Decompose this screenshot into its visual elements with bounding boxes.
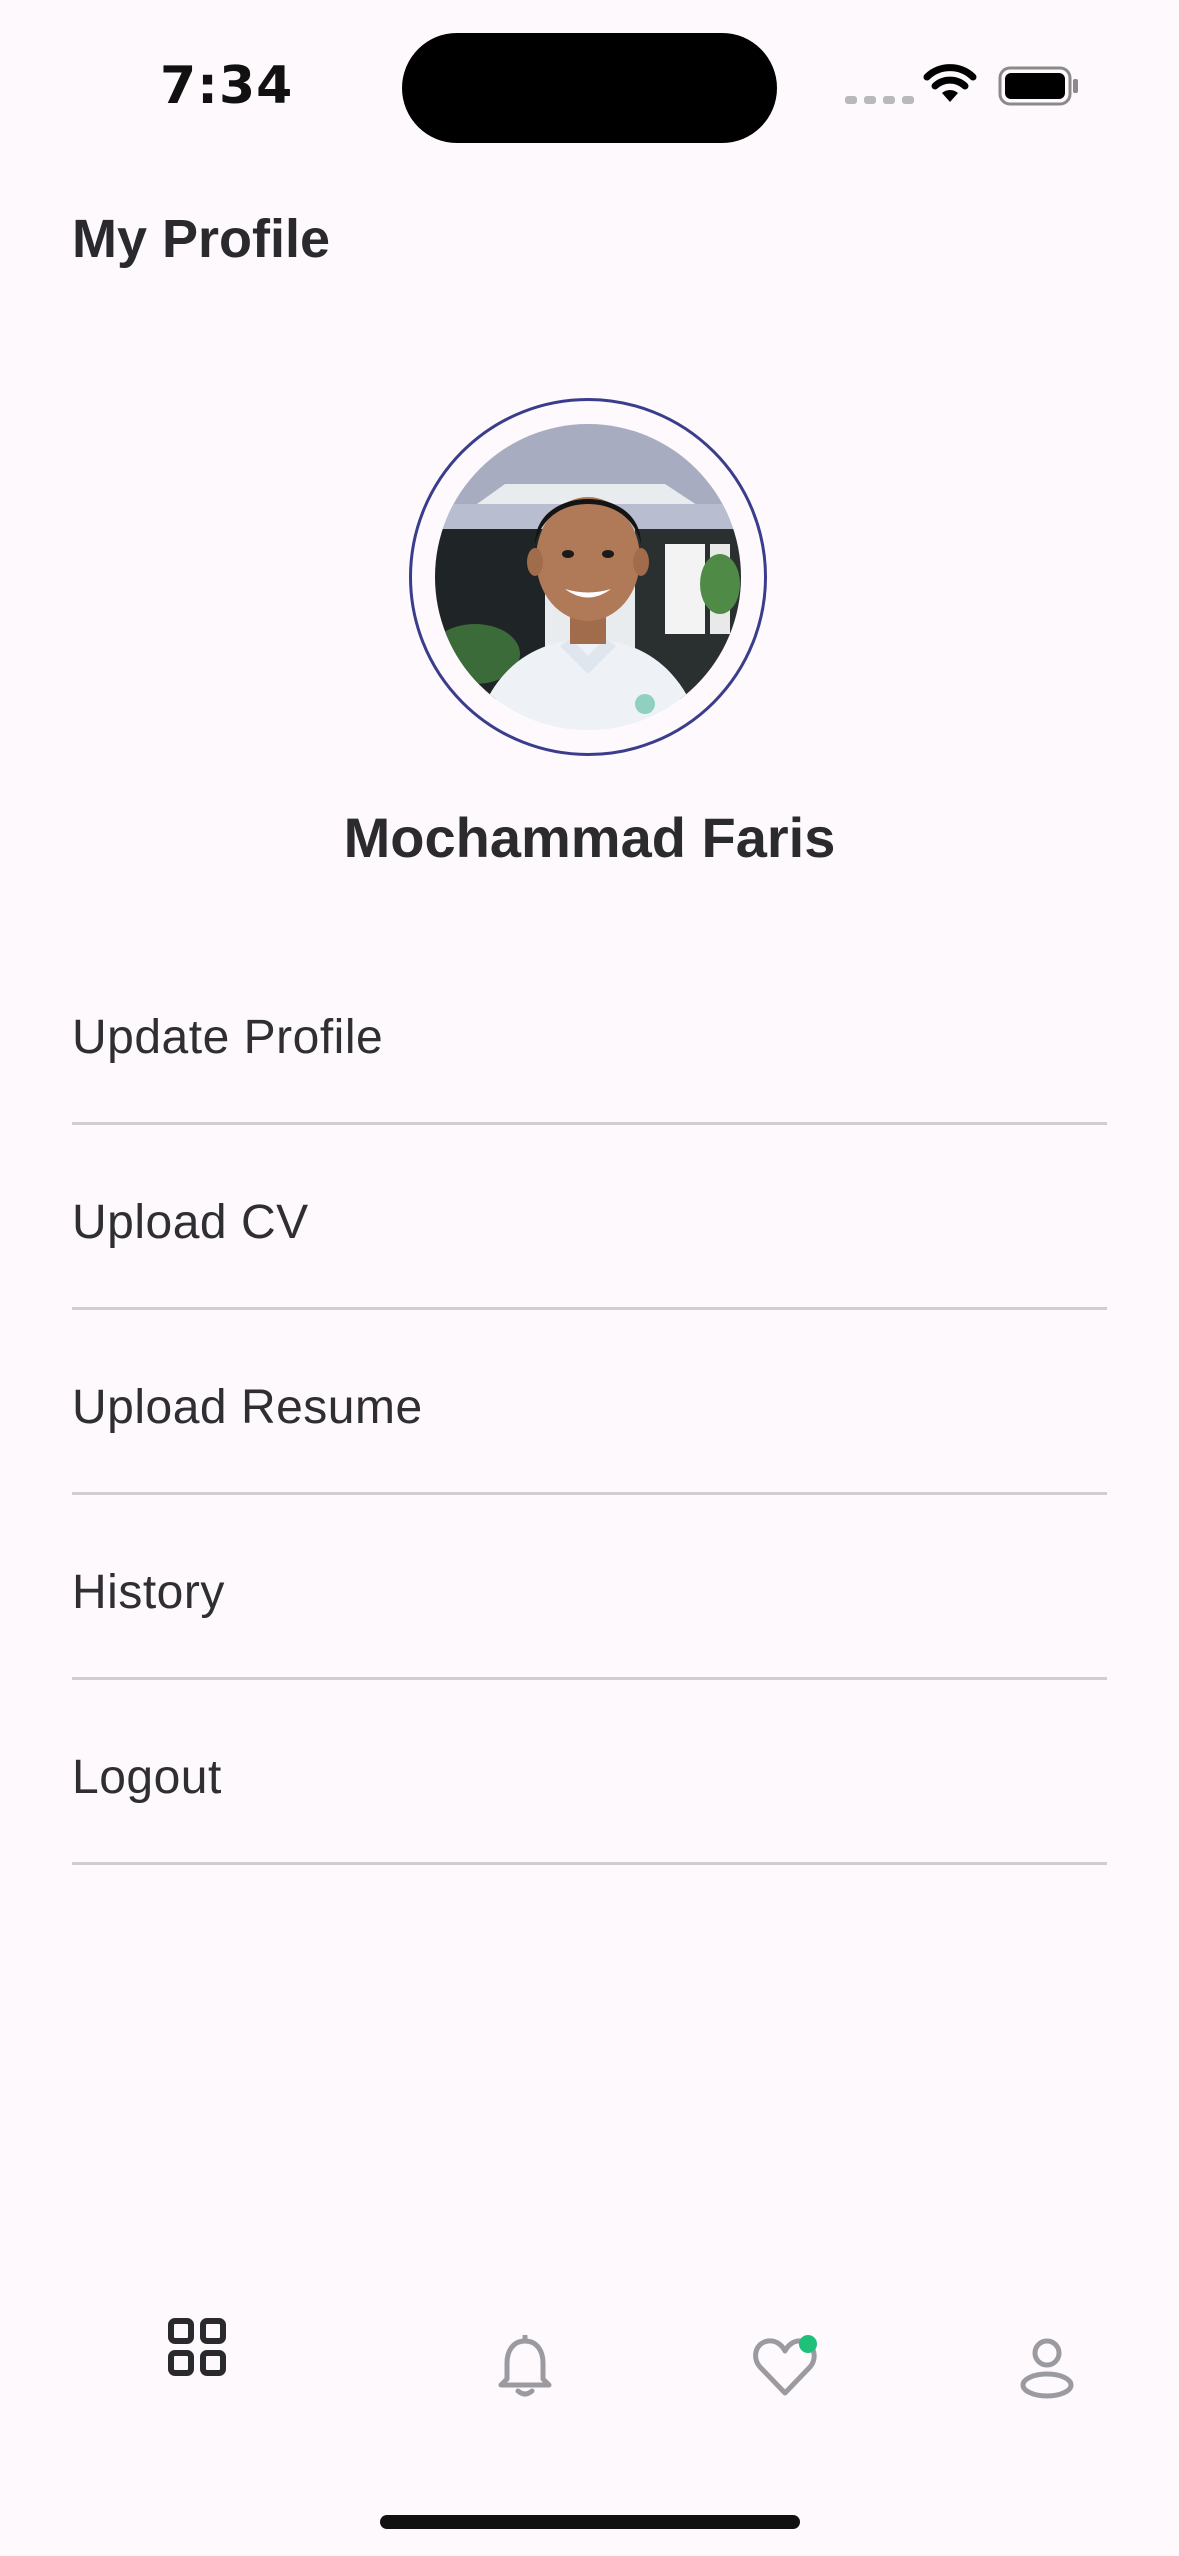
home-indicator <box>380 2515 800 2529</box>
tab-home[interactable] <box>150 2300 244 2394</box>
menu-item-label: Upload CV <box>72 1195 309 1249</box>
menu-item-logout[interactable]: Logout <box>72 1680 1107 1865</box>
tab-profile[interactable] <box>1000 2320 1094 2414</box>
menu-item-label: History <box>72 1565 225 1619</box>
menu-item-upload-cv[interactable]: Upload CV <box>72 1125 1107 1310</box>
menu-item-history[interactable]: History <box>72 1495 1107 1680</box>
grid-icon <box>168 2318 226 2376</box>
profile-photo <box>435 424 741 730</box>
menu-item-upload-resume[interactable]: Upload Resume <box>72 1310 1107 1495</box>
menu-item-update-profile[interactable]: Update Profile <box>72 940 1107 1125</box>
battery-icon <box>998 66 1080 111</box>
signal-icon <box>845 96 914 104</box>
tab-favorites[interactable] <box>740 2320 834 2414</box>
tab-notifications[interactable] <box>478 2320 572 2414</box>
bottom-tab-bar <box>0 2280 1179 2430</box>
wifi-icon <box>922 62 978 111</box>
menu-item-label: Logout <box>72 1750 222 1804</box>
avatar[interactable] <box>435 424 741 730</box>
menu-item-label: Upload Resume <box>72 1380 423 1434</box>
user-icon <box>1020 2338 1074 2399</box>
page-title: My Profile <box>72 209 331 269</box>
bell-icon <box>498 2335 552 2397</box>
status-bar: 7:34 <box>0 0 1179 170</box>
user-name: Mochammad Faris <box>343 806 836 869</box>
notification-dot <box>799 2335 817 2353</box>
dynamic-island <box>402 33 777 143</box>
profile-menu: Update Profile Upload CV Upload Resume H… <box>72 940 1107 1865</box>
heart-icon <box>753 2335 817 2396</box>
status-time: 7:34 <box>160 56 294 116</box>
menu-item-label: Update Profile <box>72 1010 384 1064</box>
